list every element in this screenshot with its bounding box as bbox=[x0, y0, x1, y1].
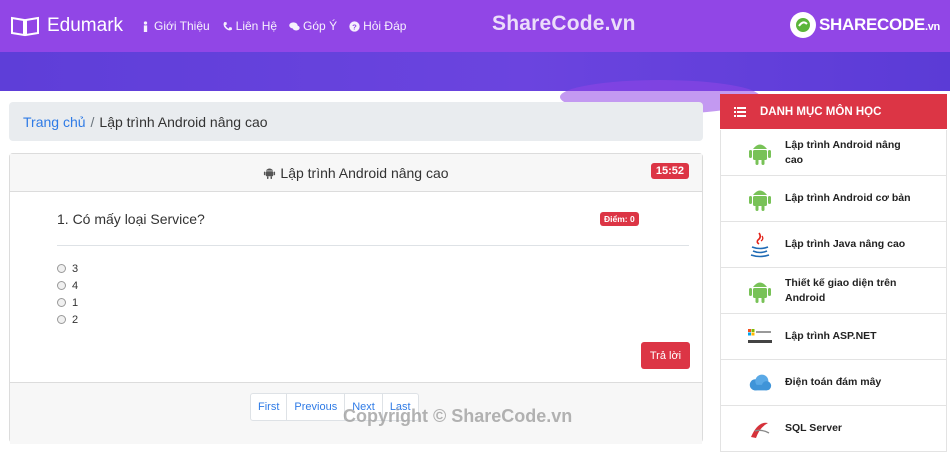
nav-label: Hỏi Đáp bbox=[363, 19, 407, 33]
cloud-icon bbox=[747, 368, 773, 398]
countdown-timer-badge: 15:52 bbox=[650, 163, 689, 179]
sidebar-title: DANH MỤC MÔN HỌC bbox=[760, 105, 882, 118]
quiz-title: Lập trình Android nâng cao bbox=[280, 164, 449, 181]
svg-text:?: ? bbox=[352, 22, 357, 31]
answer-options: 3 4 1 2 bbox=[57, 260, 78, 328]
answer-option-label: 2 bbox=[72, 313, 79, 326]
answer-option-label: 1 bbox=[72, 296, 79, 309]
question-text: 1. Có mấy loại Service? bbox=[57, 211, 205, 227]
answer-option-label: 3 bbox=[72, 262, 79, 275]
question-circle-icon: ? bbox=[349, 20, 360, 32]
submit-answer-button[interactable]: Trả lời bbox=[641, 342, 690, 369]
pagination-first[interactable]: First bbox=[251, 394, 286, 420]
sidebar-item-label: Thiết kế giao diện trên Android bbox=[785, 276, 897, 304]
android-icon bbox=[747, 276, 773, 306]
android-icon bbox=[747, 138, 773, 168]
answer-option[interactable]: 2 bbox=[57, 311, 78, 328]
sidebar-item-label: Lập trình Android nâng cao bbox=[785, 138, 901, 166]
sidebar-item-thiet-ke-giao-dien[interactable]: Thiết kế giao diện trên Android bbox=[720, 268, 947, 314]
question-divider bbox=[57, 245, 689, 246]
course-category-list: Lập trình Android nâng cao Lập trình And… bbox=[720, 130, 947, 452]
sidebar-item-label: Điện toán đám mây bbox=[785, 376, 882, 388]
copyright-watermark: Copyright © ShareCode.vn bbox=[343, 406, 573, 426]
phone-icon bbox=[223, 21, 232, 30]
answer-option[interactable]: 4 bbox=[57, 277, 78, 294]
sidebar-item-android-co-ban[interactable]: Lập trình Android cơ bản bbox=[720, 176, 947, 222]
list-icon bbox=[734, 106, 746, 117]
nav-label: Liên Hệ bbox=[235, 19, 278, 33]
answer-option[interactable]: 3 bbox=[57, 260, 78, 277]
nav-label: Giới Thiệu bbox=[154, 19, 210, 33]
main-nav: Giới Thiệu Liên Hệ Góp Ý ? Hỏi Đáp bbox=[140, 19, 406, 33]
sidebar-item-aspnet[interactable]: Lập trình ASP.NET bbox=[720, 314, 947, 360]
radio-button[interactable] bbox=[57, 315, 66, 324]
sidebar-item-java-nang-cao[interactable]: Lập trình Java nâng cao bbox=[720, 222, 947, 268]
sidebar-item-android-nang-cao[interactable]: Lập trình Android nâng cao bbox=[720, 130, 947, 176]
quiz-card-header: Lập trình Android nâng cao 15:52 bbox=[10, 154, 702, 192]
brand-logo[interactable]: Edumark bbox=[10, 12, 123, 40]
breadcrumb-separator: / bbox=[90, 113, 95, 130]
sidebar-item-sql-server[interactable]: SQL Server bbox=[720, 406, 947, 452]
radio-button[interactable] bbox=[57, 298, 66, 307]
android-icon bbox=[264, 168, 276, 179]
java-icon bbox=[747, 230, 773, 260]
quiz-card: Lập trình Android nâng cao 15:52 1. Có m… bbox=[9, 153, 703, 444]
info-icon bbox=[143, 20, 148, 32]
open-book-icon bbox=[11, 16, 39, 37]
sidebar-item-dien-toan-dam-may[interactable]: Điện toán đám mây bbox=[720, 360, 947, 406]
aspnet-icon bbox=[747, 322, 773, 352]
sharecode-logo-icon bbox=[790, 12, 816, 38]
pagination-previous[interactable]: Previous bbox=[286, 394, 344, 420]
sidebar-header: DANH MỤC MÔN HỌC bbox=[720, 94, 947, 129]
nav-gioi-thieu[interactable]: Giới Thiệu bbox=[140, 19, 210, 33]
radio-button[interactable] bbox=[57, 281, 66, 290]
nav-label: Góp Ý bbox=[303, 19, 338, 33]
radio-button[interactable] bbox=[57, 264, 66, 273]
watermark-top: ShareCode.vn bbox=[492, 12, 636, 35]
sharecode-logo-text: SHARECODE.vn bbox=[819, 15, 940, 34]
sql-server-icon bbox=[747, 414, 773, 444]
breadcrumb-current: Lập trình Android nâng cao bbox=[99, 113, 268, 130]
sharecode-logo: SHARECODE.vn bbox=[790, 12, 940, 38]
nav-hoi-dap[interactable]: ? Hỏi Đáp bbox=[349, 19, 406, 33]
nav-gop-y[interactable]: Góp Ý bbox=[289, 19, 337, 33]
sidebar-item-label: Lập trình Java nâng cao bbox=[785, 238, 906, 250]
score-badge: Điểm: 0 bbox=[600, 212, 639, 226]
answer-option[interactable]: 1 bbox=[57, 294, 78, 311]
android-icon bbox=[747, 184, 773, 214]
breadcrumb-home-link[interactable]: Trang chủ bbox=[23, 114, 86, 130]
header-band bbox=[0, 52, 950, 114]
brand-name: Edumark bbox=[47, 15, 124, 36]
sidebar-item-label: SQL Server bbox=[785, 422, 843, 434]
answer-option-label: 4 bbox=[72, 279, 79, 292]
comments-icon bbox=[289, 21, 300, 30]
nav-lien-he[interactable]: Liên Hệ bbox=[222, 19, 277, 33]
sidebar-item-label: Lập trình ASP.NET bbox=[785, 330, 877, 342]
sidebar-item-label: Lập trình Android cơ bản bbox=[785, 192, 911, 204]
breadcrumb: Trang chủ / Lập trình Android nâng cao bbox=[9, 102, 703, 141]
